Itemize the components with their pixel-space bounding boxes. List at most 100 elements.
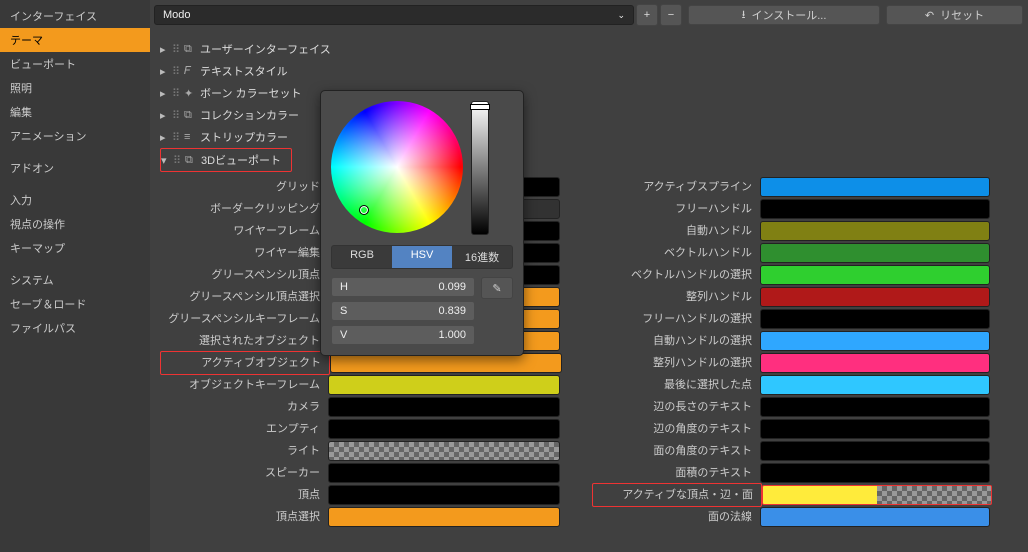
color-swatch[interactable] xyxy=(328,419,560,439)
color-swatch[interactable] xyxy=(760,331,990,351)
color-swatch[interactable] xyxy=(760,243,990,263)
tree-label: ストリップカラー xyxy=(200,129,288,145)
color-swatch[interactable] xyxy=(760,353,990,373)
drag-icon[interactable]: ⠿ xyxy=(172,87,184,100)
property-row: ベクトルハンドル xyxy=(592,242,992,264)
property-label: 選択されたオブジェクト xyxy=(160,330,328,352)
eyedropper-button[interactable]: ✎ xyxy=(481,277,513,299)
tree-item[interactable]: ▸⠿𝐹テキストスタイル xyxy=(160,60,1028,82)
property-row: 自動ハンドル xyxy=(592,220,992,242)
color-swatch[interactable] xyxy=(760,287,990,307)
preset-add-button[interactable]: + xyxy=(636,4,658,26)
color-swatch[interactable] xyxy=(760,177,990,197)
sidebar-item[interactable]: 編集 xyxy=(0,100,150,124)
property-label: 頂点 xyxy=(160,484,328,506)
value-field[interactable]: V 1.000 xyxy=(331,325,475,345)
drag-icon[interactable]: ⠿ xyxy=(172,43,184,56)
preset-dropdown[interactable]: Modo ⌄ xyxy=(154,5,634,25)
property-row: オブジェクトキーフレーム xyxy=(160,374,562,396)
property-row: 頂点選択 xyxy=(160,506,562,528)
color-swatch[interactable] xyxy=(330,353,562,373)
color-swatch[interactable] xyxy=(760,507,990,527)
property-label: エンプティ xyxy=(160,418,328,440)
property-label: スピーカー xyxy=(160,462,328,484)
sidebar-item[interactable]: ファイルパス xyxy=(0,316,150,340)
property-label: ベクトルハンドルの選択 xyxy=(592,264,760,286)
property-row: 面の法線 xyxy=(592,506,992,528)
color-swatch[interactable] xyxy=(762,485,992,505)
value-slider-handle[interactable] xyxy=(470,104,490,110)
color-mode-tab[interactable]: HSV xyxy=(392,246,452,268)
disclosure-icon: ▸ xyxy=(160,109,172,122)
property-row: 整列ハンドル xyxy=(592,286,992,308)
property-label: 整列ハンドル xyxy=(592,286,760,308)
drag-icon[interactable]: ⠿ xyxy=(172,65,184,78)
sidebar-item[interactable]: アドオン xyxy=(0,156,150,180)
sidebar-item[interactable]: 入力 xyxy=(0,188,150,212)
property-row: スピーカー xyxy=(160,462,562,484)
category-icon: ⧉ xyxy=(184,43,200,56)
property-row: フリーハンドルの選択 xyxy=(592,308,992,330)
tree-item[interactable]: ▸⠿≡ストリップカラー xyxy=(160,126,1028,148)
saturation-field[interactable]: S 0.839 xyxy=(331,301,475,321)
color-swatch[interactable] xyxy=(328,397,560,417)
tree-item[interactable]: ▸⠿✦ボーン カラーセット xyxy=(160,82,1028,104)
color-swatch[interactable] xyxy=(760,221,990,241)
category-icon: ≡ xyxy=(184,131,200,143)
color-swatch[interactable] xyxy=(760,199,990,219)
sidebar-item[interactable]: セーブ＆ロード xyxy=(0,292,150,316)
color-swatch[interactable] xyxy=(760,265,990,285)
color-swatch[interactable] xyxy=(328,507,560,527)
color-swatch[interactable] xyxy=(760,309,990,329)
property-label: ボーダークリッピング xyxy=(160,198,328,220)
property-label: 最後に選択した点 xyxy=(592,374,760,396)
preset-remove-button[interactable]: − xyxy=(660,4,682,26)
property-label: フリーハンドル xyxy=(592,198,760,220)
property-row: 辺の角度のテキスト xyxy=(592,418,992,440)
color-swatch[interactable] xyxy=(328,441,560,461)
sidebar-item[interactable]: ビューポート xyxy=(0,52,150,76)
tree-item[interactable]: ▸⠿⧉ユーザーインターフェイス xyxy=(160,38,1028,60)
value-slider[interactable] xyxy=(471,101,489,235)
reset-label: リセット xyxy=(940,7,984,23)
property-label: アクティブオブジェクト xyxy=(160,351,330,375)
tree-label: コレクションカラー xyxy=(200,107,299,123)
install-button[interactable]: ⭳ インストール... xyxy=(688,5,880,25)
tree-label: テキストスタイル xyxy=(200,63,288,79)
color-swatch[interactable] xyxy=(760,375,990,395)
color-swatch[interactable] xyxy=(760,441,990,461)
sidebar-item[interactable]: 視点の操作 xyxy=(0,212,150,236)
hue-field[interactable]: H 0.099 xyxy=(331,277,475,297)
sidebar-item[interactable]: アニメーション xyxy=(0,124,150,148)
property-row: 自動ハンドルの選択 xyxy=(592,330,992,352)
sidebar-item[interactable]: インターフェイス xyxy=(0,4,150,28)
property-label: ワイヤー編集 xyxy=(160,242,328,264)
color-wheel-cursor[interactable] xyxy=(359,205,369,215)
main-area: Modo ⌄ + − ⭳ インストール... ↶ リセット ▸⠿⧉ユーザーインタ… xyxy=(150,0,1028,552)
topbar: Modo ⌄ + − ⭳ インストール... ↶ リセット xyxy=(150,0,1028,30)
sidebar-item[interactable]: キーマップ xyxy=(0,236,150,260)
reset-button[interactable]: ↶ リセット xyxy=(886,5,1023,25)
disclosure-icon: ▸ xyxy=(160,43,172,56)
disclosure-icon: ▸ xyxy=(160,87,172,100)
drag-icon[interactable]: ⠿ xyxy=(172,131,184,144)
sidebar-item[interactable]: テーマ xyxy=(0,28,150,52)
color-swatch[interactable] xyxy=(760,397,990,417)
sidebar-item[interactable]: 照明 xyxy=(0,76,150,100)
color-swatch[interactable] xyxy=(760,463,990,483)
color-wheel[interactable] xyxy=(331,101,463,233)
color-swatch[interactable] xyxy=(760,419,990,439)
color-mode-tab[interactable]: RGB xyxy=(332,246,392,268)
category-icon: ⧉ xyxy=(185,154,201,167)
color-swatch[interactable] xyxy=(328,485,560,505)
color-swatch[interactable] xyxy=(328,463,560,483)
tree-item[interactable]: ▾⠿⧉3Dビューポート xyxy=(160,148,292,172)
sidebar-item[interactable]: システム xyxy=(0,268,150,292)
drag-icon[interactable]: ⠿ xyxy=(172,109,184,122)
color-swatch[interactable] xyxy=(328,375,560,395)
property-row: ライト xyxy=(160,440,562,462)
sidebar: インターフェイステーマビューポート照明編集アニメーションアドオン入力視点の操作キ… xyxy=(0,0,150,552)
drag-icon[interactable]: ⠿ xyxy=(173,154,185,167)
color-mode-tab[interactable]: 16進数 xyxy=(452,246,512,268)
tree-item[interactable]: ▸⠿⧉コレクションカラー xyxy=(160,104,1028,126)
